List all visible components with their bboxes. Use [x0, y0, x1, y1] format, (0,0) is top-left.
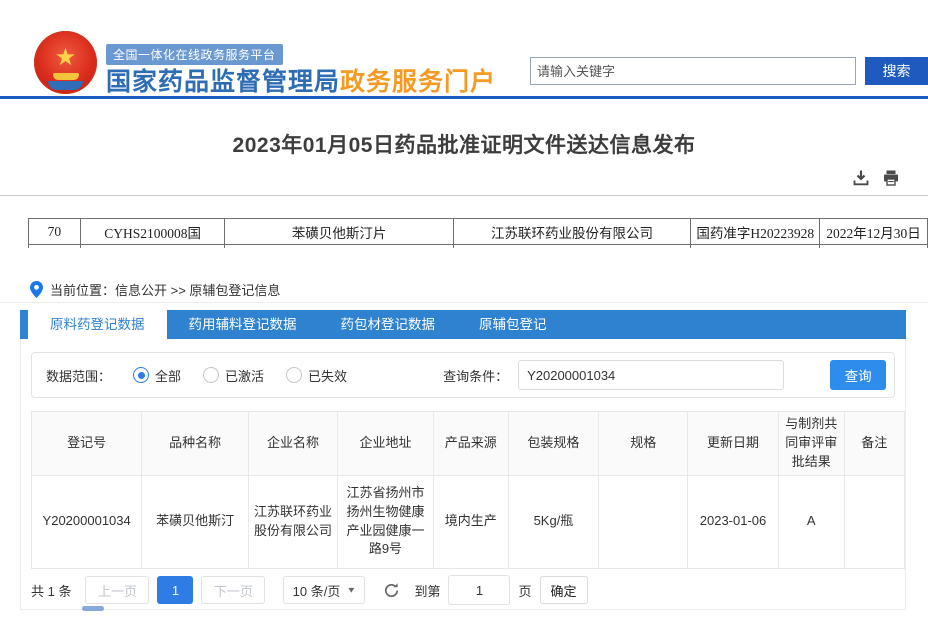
approval-cell-drug: 苯磺贝他斯汀片	[225, 219, 453, 245]
radio-icon	[203, 367, 219, 383]
radio-selected-icon	[133, 367, 149, 383]
scope-label: 数据范围：	[46, 366, 111, 385]
search-button[interactable]: 搜索	[865, 57, 928, 85]
table-cell-address: 江苏省扬州市扬州生物健康产业园健康一路9号	[337, 475, 433, 568]
section-divider	[0, 195, 928, 196]
approval-notice-row: 70 CYHS2100008国 苯磺贝他斯汀片 江苏联环药业股份有限公司 国药准…	[29, 219, 928, 245]
approval-cell-license: 国药准字H20223928	[691, 219, 820, 245]
site-title: 国家药品监督管理局政务服务门户	[106, 62, 496, 98]
document-actions	[852, 169, 900, 187]
filter-bar: 数据范围： 全部 已激活 已失效 查询条件： 查询	[31, 352, 895, 398]
goto-unit: 页	[518, 581, 531, 600]
table-cell-review: A	[778, 475, 844, 568]
total-count: 共 1 条	[31, 581, 71, 600]
location-pin-icon	[30, 281, 43, 298]
tab-packaging-data[interactable]: 药包材登记数据	[319, 310, 458, 339]
radio-option-expired[interactable]: 已失效	[286, 366, 347, 385]
content-panel: 数据范围： 全部 已激活 已失效 查询条件： 查询 登记号 品种名称 企业名称 …	[20, 339, 906, 610]
page-size-select[interactable]: 10 条/页 ▼	[283, 576, 365, 604]
approval-notice-row-clipped	[29, 245, 928, 249]
prev-page-button[interactable]: 上一页	[85, 576, 149, 604]
query-label: 查询条件：	[443, 366, 508, 385]
registry-header-row: 登记号 品种名称 企业名称 企业地址 产品来源 包装规格 规格 更新日期 与制剂…	[32, 412, 905, 476]
approval-cell-date: 2022年12月30日	[820, 219, 928, 245]
header-divider	[0, 96, 928, 99]
table-cell-remark	[844, 475, 904, 568]
header-cell: 包装规格	[508, 412, 599, 476]
breadcrumb: 当前位置：信息公开 >> 原辅包登记信息	[30, 280, 280, 299]
approval-notice-table: 70 CYHS2100008国 苯磺贝他斯汀片 江苏联环药业股份有限公司 国药准…	[28, 218, 928, 248]
table-cell-variety: 苯磺贝他斯汀	[142, 475, 249, 568]
table-cell-origin: 境内生产	[433, 475, 508, 568]
radio-label: 全部	[155, 366, 181, 385]
printer-icon[interactable]	[882, 169, 900, 187]
portal-name: 政务服务门户	[340, 68, 496, 96]
query-input[interactable]	[518, 360, 784, 390]
header-cell: 备注	[844, 412, 904, 476]
page-size-value: 10 条/页	[293, 581, 341, 600]
header-cell: 与制剂共同审评审批结果	[778, 412, 844, 476]
table-cell-package: 5Kg/瓶	[508, 475, 599, 568]
bottom-accent	[82, 606, 104, 611]
query-button[interactable]: 查询	[830, 360, 886, 390]
confirm-button[interactable]: 确定	[540, 576, 588, 604]
goto-label: 到第	[414, 581, 440, 600]
header-cell: 产品来源	[433, 412, 508, 476]
tab-combined-registry[interactable]: 原辅包登记	[457, 310, 569, 339]
header-cell: 企业地址	[337, 412, 433, 476]
refresh-icon[interactable]	[383, 582, 400, 599]
next-page-button[interactable]: 下一页	[201, 576, 265, 604]
approval-cell-number: CYHS2100008国	[80, 219, 225, 245]
download-icon[interactable]	[852, 169, 870, 187]
breadcrumb-divider	[0, 302, 928, 303]
page-title: 2023年01月05日药品批准证明文件送达信息发布	[0, 129, 928, 159]
nmpa-logo: ★	[34, 31, 97, 94]
radio-option-activated[interactable]: 已激活	[203, 366, 264, 385]
radio-label: 已失效	[308, 366, 347, 385]
search-input[interactable]	[530, 57, 856, 85]
radio-icon	[286, 367, 302, 383]
tab-raw-material-data[interactable]: 原料药登记数据	[28, 310, 167, 339]
header-cell: 品种名称	[142, 412, 249, 476]
chevron-down-icon: ▼	[346, 586, 356, 595]
org-name: 国家药品监督管理局	[106, 68, 340, 96]
radio-option-all[interactable]: 全部	[133, 366, 181, 385]
table-cell-company: 江苏联环药业股份有限公司	[249, 475, 338, 568]
table-cell-spec	[599, 475, 688, 568]
current-page-button[interactable]: 1	[157, 576, 193, 604]
breadcrumb-label: 当前位置：信息公开 >> 原辅包登记信息	[50, 280, 280, 299]
header-cell: 规格	[599, 412, 688, 476]
registry-table: 登记号 品种名称 企业名称 企业地址 产品来源 包装规格 规格 更新日期 与制剂…	[31, 411, 905, 569]
tab-excipient-data[interactable]: 药用辅料登记数据	[167, 310, 319, 339]
tab-bar: 原料药登记数据 药用辅料登记数据 药包材登记数据 原辅包登记	[20, 310, 906, 339]
approval-cell-index: 70	[29, 219, 81, 245]
emblem-gate-icon	[53, 73, 79, 80]
page: { "colors": { "brand_blue": "#2e6db4", "…	[0, 0, 928, 634]
emblem-star-icon: ★	[55, 46, 77, 70]
radio-label: 已激活	[225, 366, 264, 385]
table-cell-regno: Y20200001034	[32, 475, 142, 568]
goto-page-input[interactable]	[448, 575, 510, 605]
header-cell: 登记号	[32, 412, 142, 476]
registry-data-row: Y20200001034 苯磺贝他斯汀 江苏联环药业股份有限公司 江苏省扬州市扬…	[32, 475, 905, 568]
pagination: 共 1 条 上一页 1 下一页 10 条/页 ▼ 到第 页 确定	[31, 575, 588, 605]
header-cell: 更新日期	[688, 412, 779, 476]
approval-cell-company: 江苏联环药业股份有限公司	[453, 219, 691, 245]
header-cell: 企业名称	[249, 412, 338, 476]
table-cell-updated: 2023-01-06	[688, 475, 779, 568]
